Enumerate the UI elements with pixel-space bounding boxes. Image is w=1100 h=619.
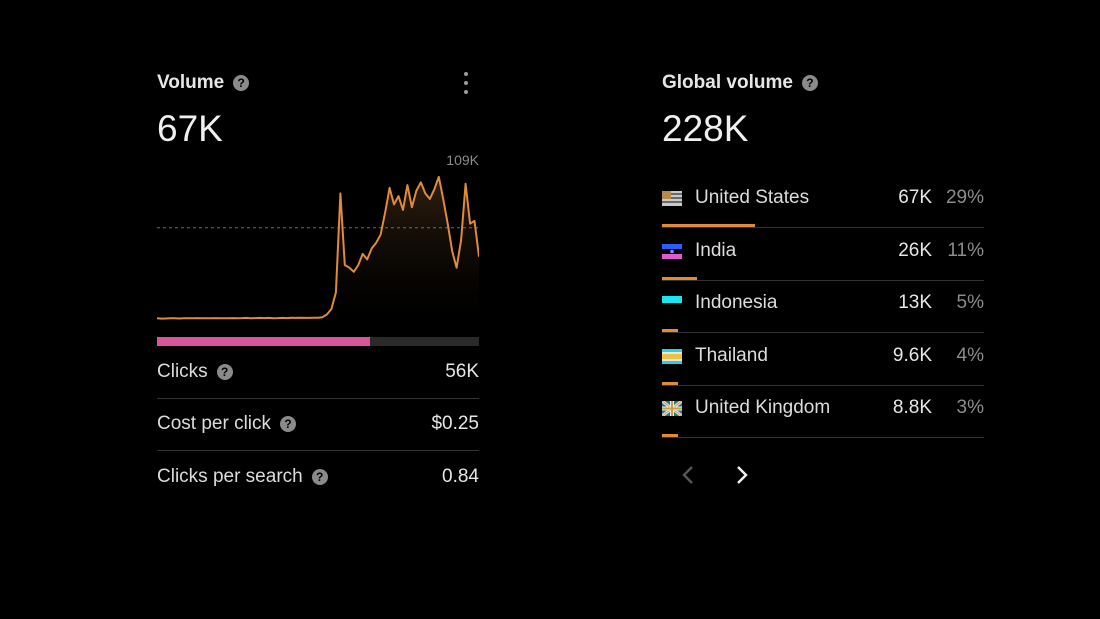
clicks-value: 56K: [445, 361, 479, 382]
global-volume-title-label: Global volume: [662, 72, 793, 93]
chart-max-label: 109K: [446, 152, 479, 168]
metric-row-clicks: Clicks 56K: [157, 346, 479, 399]
volume-title: Volume: [157, 72, 250, 94]
chevron-left-icon: [682, 466, 693, 484]
help-icon[interactable]: [311, 469, 328, 485]
global-volume-value: 228K: [662, 108, 749, 149]
country-row[interactable]: India 26K 11%: [662, 228, 984, 281]
help-icon[interactable]: [801, 75, 818, 91]
country-percent: 4%: [956, 345, 984, 366]
previous-page-button[interactable]: [677, 460, 699, 490]
country-share-bar: [662, 434, 678, 437]
volume-trend-chart: [157, 175, 479, 320]
cpc-label: Cost per click: [157, 413, 272, 434]
cps-label: Clicks per search: [157, 466, 303, 487]
clicks-progress-bar: [157, 337, 479, 346]
country-share-bar: [662, 329, 678, 332]
country-row[interactable]: Indonesia 13K 5%: [662, 280, 984, 333]
country-volume: 8.8K: [892, 397, 932, 418]
cps-value: 0.84: [442, 466, 479, 487]
country-volume: 9.6K: [892, 345, 932, 366]
help-icon[interactable]: [280, 416, 297, 432]
country-volume: 26K: [898, 240, 932, 261]
us-flag-icon: [662, 191, 682, 206]
global-volume-card: Global volume 228K United States 67K 29%…: [662, 60, 984, 500]
metric-row-cps: Clicks per search 0.84: [157, 451, 479, 503]
uk-flag-icon: [662, 401, 682, 416]
volume-value: 67K: [157, 108, 223, 149]
country-volume: 67K: [898, 187, 932, 208]
help-icon[interactable]: [216, 364, 233, 380]
country-name: Indonesia: [695, 292, 778, 313]
metric-row-cpc: Cost per click $0.25: [157, 398, 479, 451]
cpc-value: $0.25: [431, 413, 479, 434]
chevron-right-icon: [737, 466, 748, 484]
clicks-progress-fill: [157, 337, 370, 346]
country-name: India: [695, 240, 737, 261]
country-name: Thailand: [695, 345, 768, 366]
country-row[interactable]: United States 67K 29%: [662, 175, 984, 228]
indonesia-flag-icon: [662, 296, 682, 311]
country-name: United States: [695, 187, 810, 208]
help-icon[interactable]: [233, 75, 250, 91]
india-flag-icon: [662, 244, 682, 259]
country-percent: 11%: [947, 240, 984, 261]
clicks-label: Clicks: [157, 361, 208, 382]
country-percent: 29%: [945, 187, 984, 208]
volume-card: Volume 67K 109K Clicks 56K Cost per clic…: [157, 60, 479, 500]
country-volume: 13K: [898, 292, 932, 313]
country-row[interactable]: Thailand 9.6K 4%: [662, 333, 984, 386]
country-share-bar: [662, 224, 755, 227]
country-row[interactable]: United Kingdom 8.8K 3%: [662, 385, 984, 438]
country-name: United Kingdom: [695, 397, 831, 418]
country-percent: 3%: [956, 397, 984, 418]
global-volume-title: Global volume: [662, 72, 818, 94]
next-page-button[interactable]: [731, 460, 753, 490]
country-percent: 5%: [956, 292, 984, 313]
more-options-icon[interactable]: [463, 72, 469, 94]
thailand-flag-icon: [662, 349, 682, 364]
volume-title-label: Volume: [157, 72, 225, 93]
